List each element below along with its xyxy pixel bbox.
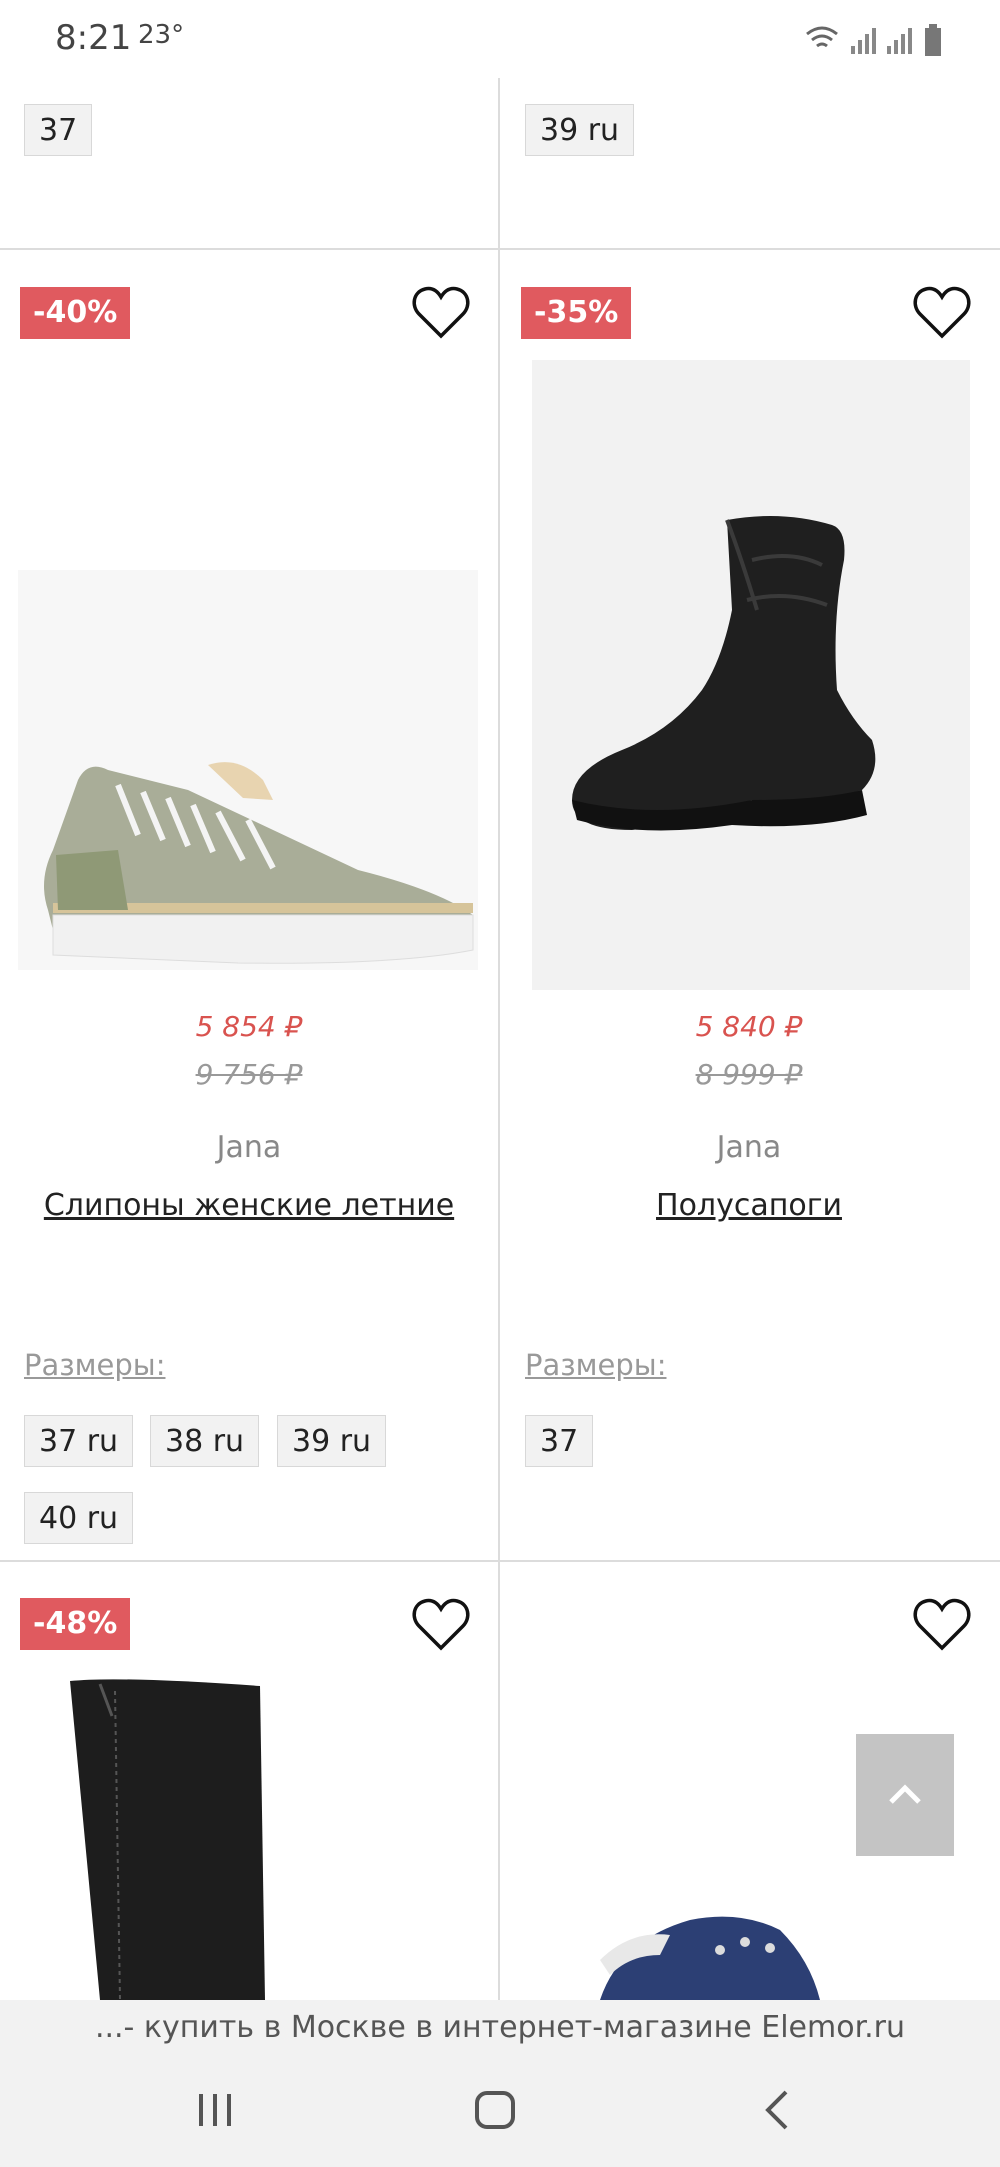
price-old: 8 999 ₽ (695, 1058, 803, 1091)
scroll-to-top-button[interactable] (856, 1734, 954, 1856)
column-divider (498, 250, 500, 1560)
status-icons (806, 24, 941, 56)
system-nav-bar (0, 2056, 1000, 2167)
price-old: 9 756 ₽ (195, 1058, 303, 1091)
sizes-label: Размеры: (525, 1348, 667, 1382)
brand[interactable]: Jana (0, 1130, 498, 1165)
column-divider (498, 78, 500, 250)
discount-badge: -40% (20, 287, 131, 339)
size-chip[interactable]: 37 (24, 104, 93, 156)
heart-icon[interactable] (411, 1596, 471, 1652)
discount-badge: -35% (521, 287, 632, 339)
column-divider (498, 1562, 500, 2000)
heart-icon[interactable] (411, 284, 471, 340)
product-image[interactable] (60, 1676, 270, 2000)
home-icon[interactable] (472, 2086, 520, 2134)
back-icon[interactable] (758, 2086, 798, 2134)
product-image[interactable] (580, 1900, 830, 2000)
size-chip[interactable]: 37 (525, 1415, 594, 1467)
discount-badge: -48% (20, 1598, 131, 1650)
signal-icon (851, 28, 912, 54)
wifi-icon (806, 26, 838, 48)
recents-icon[interactable] (195, 2086, 235, 2134)
heart-icon[interactable] (912, 284, 972, 340)
status-bar: 8:21 23° (0, 0, 1000, 78)
battery-icon (925, 24, 941, 56)
status-temperature: 23° (138, 20, 185, 50)
product-name[interactable]: Слипоны женские летние (0, 1188, 498, 1223)
chevron-up-icon (889, 1784, 921, 1804)
brand[interactable]: Jana (500, 1130, 998, 1165)
product-name[interactable]: Полусапоги (500, 1188, 998, 1223)
row-divider (0, 248, 1000, 250)
size-chip[interactable]: 39 ru (525, 104, 635, 156)
browser-url-bar[interactable]: ...- купить в Москве в интернет-магазине… (0, 2000, 1000, 2056)
sizes-label: Размеры: (24, 1348, 166, 1382)
status-time: 8:21 (55, 18, 132, 58)
price-new: 5 840 ₽ (695, 1010, 803, 1043)
size-chip[interactable]: 40 ru (24, 1492, 134, 1544)
size-chip[interactable]: 38 ru (150, 1415, 260, 1467)
size-chip[interactable]: 37 ru (24, 1415, 134, 1467)
size-chip[interactable]: 39 ru (277, 1415, 387, 1467)
product-image[interactable] (532, 360, 970, 990)
row-divider (0, 1560, 1000, 1562)
price-new: 5 854 ₽ (195, 1010, 303, 1043)
page-title: ...- купить в Москве в интернет-магазине… (94, 2010, 906, 2045)
heart-icon[interactable] (912, 1596, 972, 1652)
product-image[interactable] (18, 570, 478, 970)
